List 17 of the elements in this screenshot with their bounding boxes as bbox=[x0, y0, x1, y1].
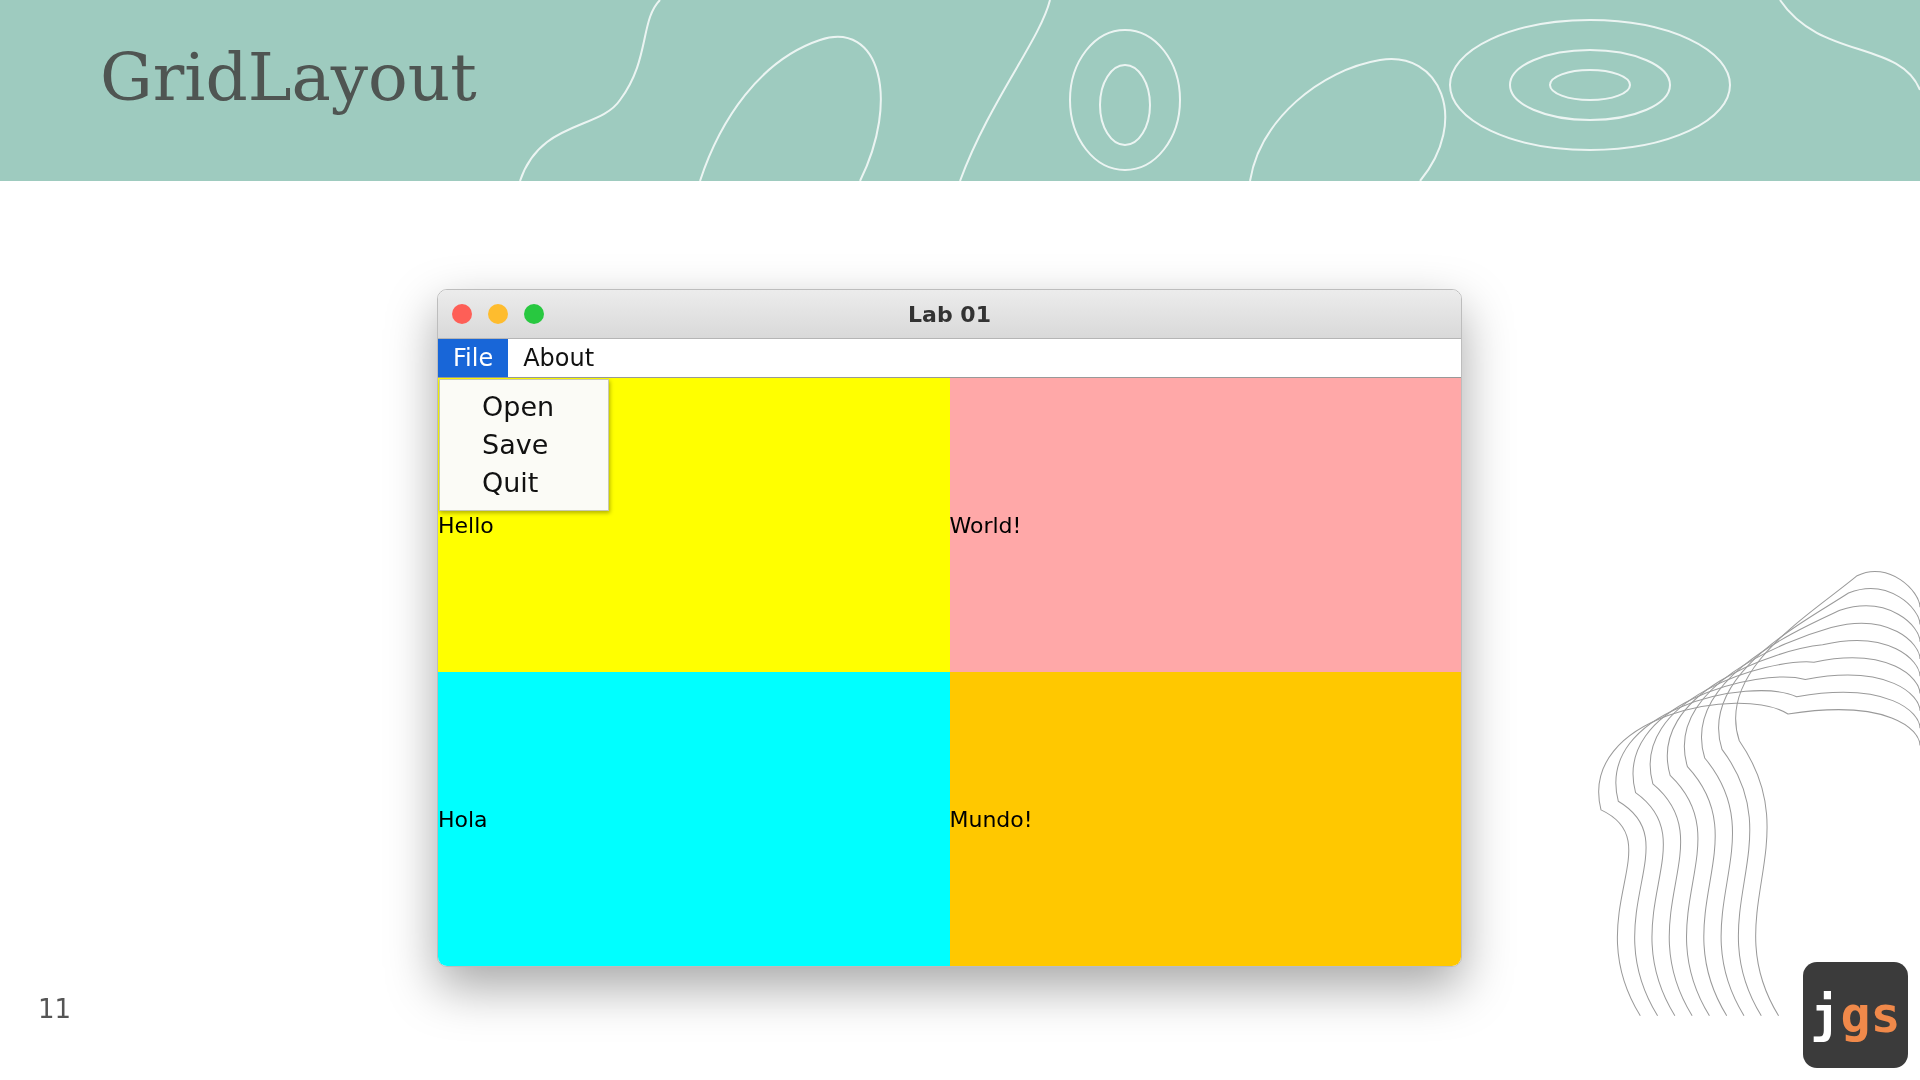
page-number: 11 bbox=[38, 994, 72, 1024]
minimize-button[interactable] bbox=[488, 304, 508, 324]
slide-title: GridLayout bbox=[100, 39, 477, 116]
panel-label: Hola bbox=[438, 806, 488, 832]
menu-option[interactable]: Save bbox=[440, 426, 608, 464]
panel-label: Mundo! bbox=[949, 806, 1033, 832]
window-title: Lab 01 bbox=[908, 301, 991, 327]
menu-option[interactable]: Quit bbox=[440, 464, 608, 502]
logo-letters: gs bbox=[1840, 986, 1901, 1044]
panel-label: World! bbox=[949, 512, 1022, 538]
menu-item[interactable]: File bbox=[438, 339, 509, 377]
menu-item[interactable]: About bbox=[508, 339, 610, 377]
maximize-button[interactable] bbox=[524, 304, 544, 324]
close-button[interactable] bbox=[452, 304, 472, 324]
panel-label: Hello bbox=[438, 512, 494, 538]
logo-letters: j bbox=[1810, 986, 1841, 1044]
menu-option[interactable]: Open bbox=[440, 388, 608, 426]
